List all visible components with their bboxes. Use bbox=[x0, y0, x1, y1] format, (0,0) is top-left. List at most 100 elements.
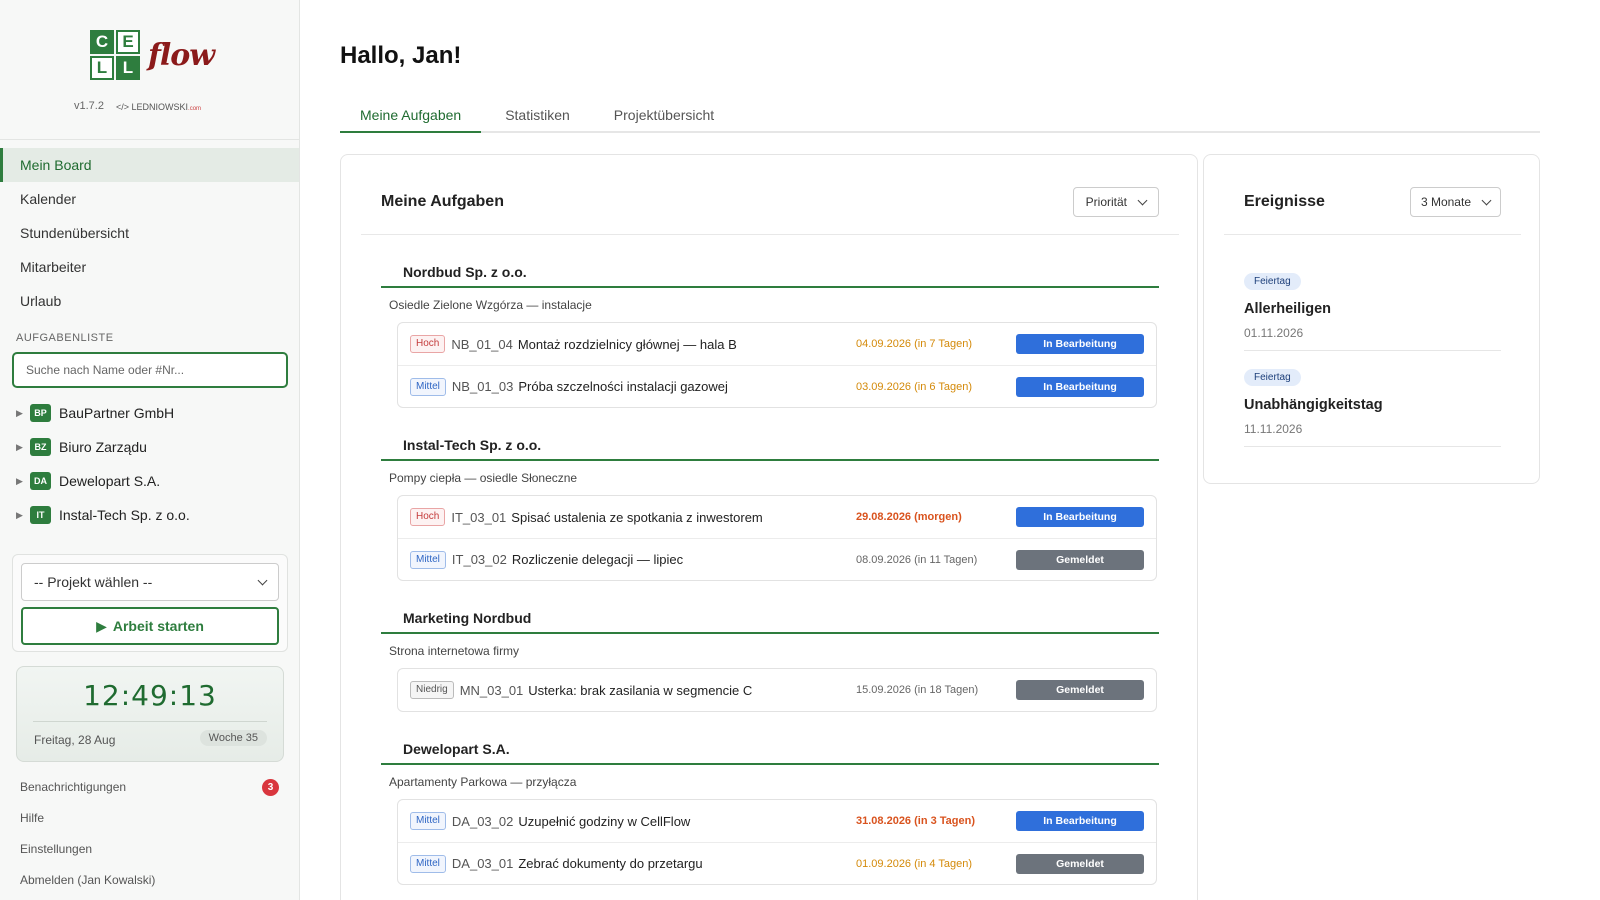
task-row[interactable]: Mittel NB_01_03 Próba szczelności instal… bbox=[398, 365, 1156, 407]
task-search-input[interactable] bbox=[12, 352, 288, 388]
task-code: NB_01_03 bbox=[451, 379, 514, 394]
events-range-value: 3 Monate bbox=[1420, 195, 1471, 209]
event-item[interactable]: Feiertag Unabhängigkeitstag 11.11.2026 bbox=[1244, 355, 1501, 447]
company-item-instal-tech[interactable]: ▶ IT Instal-Tech Sp. z o.o. bbox=[0, 498, 299, 532]
project-select[interactable]: -- Projekt wählen -- bbox=[21, 563, 279, 601]
help-link[interactable]: Hilfe bbox=[0, 803, 300, 834]
company-item-biuro-zarzadu[interactable]: ▶ BZ Biuro Zarządu bbox=[0, 430, 299, 464]
main-nav: Mein Board Kalender Stundenübersicht Mit… bbox=[0, 140, 299, 318]
notifications-link[interactable]: Benachrichtigungen 3 bbox=[0, 772, 300, 803]
status-badge[interactable]: In Bearbeitung bbox=[1016, 376, 1144, 397]
sort-dropdown[interactable]: Priorität bbox=[1072, 187, 1159, 217]
chevron-down-icon bbox=[257, 575, 268, 585]
event-date: 11.11.2026 bbox=[1244, 422, 1303, 436]
task-row[interactable]: Niedrig MN_03_01 Usterka: brak zasilania… bbox=[398, 669, 1156, 711]
task-row[interactable]: Hoch NB_01_04 Montaż rozdzielnicy główne… bbox=[398, 323, 1156, 365]
events-card-header: Ereignisse 3 Monate bbox=[1224, 155, 1521, 235]
group-company-title: Dewelopart S.A. bbox=[381, 723, 1159, 765]
group-project-name: Pompy ciepła — osiedle Słoneczne bbox=[389, 471, 578, 485]
caret-right-icon: ▶ bbox=[16, 407, 23, 418]
priority-badge: Mittel bbox=[410, 854, 446, 873]
company-list: ▶ BP BauPartner GmbH ▶ BZ Biuro Zarządu … bbox=[0, 396, 299, 532]
project-select-value: -- Projekt wählen -- bbox=[34, 574, 153, 590]
task-title: Rozliczenie delegacji — lipiec bbox=[511, 552, 684, 567]
priority-badge: Mittel bbox=[410, 377, 446, 396]
company-item-dewelopart[interactable]: ▶ DA Dewelopart S.A. bbox=[0, 464, 299, 498]
nav-item-mein-board[interactable]: Mein Board bbox=[0, 148, 299, 182]
start-work-label: Arbeit starten bbox=[112, 618, 204, 634]
clock-time: 12:49:13 bbox=[83, 679, 217, 712]
events-card-title: Ereignisse bbox=[1244, 193, 1325, 210]
task-code: MN_03_01 bbox=[459, 682, 524, 698]
task-due-date: 15.09.2026 (in 18 Tagen) bbox=[856, 684, 979, 696]
tasks-card-header: Meine Aufgaben Priorität bbox=[361, 155, 1179, 235]
nav-item-kalender[interactable]: Kalender bbox=[0, 182, 299, 216]
logout-link[interactable]: Abmelden (Jan Kowalski) bbox=[0, 865, 300, 896]
nav-item-stundenuebersicht[interactable]: Stundenübersicht bbox=[0, 216, 299, 250]
app-version: v1.7.2 bbox=[74, 100, 104, 112]
company-name: BauPartner GmbH bbox=[59, 405, 175, 421]
author-credit: </> LEDNIOWSKI.com bbox=[116, 102, 201, 112]
cellflow-logo[interactable]: C E L L bbox=[90, 30, 146, 86]
tab-statistiken[interactable]: Statistiken bbox=[485, 100, 590, 133]
status-badge[interactable]: Gemeldet bbox=[1016, 549, 1144, 570]
group-project-name: Osiedle Zielone Wzgórza — instalacje bbox=[389, 298, 592, 312]
task-due-date: 31.08.2026 (in 3 Tagen) bbox=[856, 815, 976, 827]
company-name: Biuro Zarządu bbox=[59, 439, 147, 455]
status-badge[interactable]: In Bearbeitung bbox=[1016, 334, 1144, 354]
task-row[interactable]: Mittel DA_03_01 Zebrać dokumenty do prze… bbox=[398, 842, 1156, 884]
event-item[interactable]: Feiertag Allerheiligen 01.11.2026 bbox=[1244, 259, 1501, 351]
tab-meine-aufgaben[interactable]: Meine Aufgaben bbox=[340, 100, 482, 133]
tab-projektuebersicht[interactable]: Projektübersicht bbox=[594, 100, 734, 133]
sort-dropdown-value: Priorität bbox=[1085, 195, 1127, 209]
priority-badge: Niedrig bbox=[410, 681, 454, 699]
priority-badge: Mittel bbox=[410, 812, 446, 830]
task-group-nordbud: Nordbud Sp. z o.o. Osiedle Zielone Wzgór… bbox=[381, 246, 1159, 408]
main-content: Hallo, Jan! Meine Aufgaben Statistiken P… bbox=[300, 0, 1600, 900]
task-title: Próba szczelności instalacji gazowej bbox=[518, 379, 728, 394]
project-panel: -- Projekt wählen -- ▶ Arbeit starten bbox=[12, 554, 288, 652]
company-name: Dewelopart S.A. bbox=[59, 473, 161, 489]
task-due-date: 04.09.2026 (in 7 Tagen) bbox=[856, 338, 972, 350]
nav-item-mitarbeiter[interactable]: Mitarbeiter bbox=[0, 250, 299, 284]
tasks-card-title: Meine Aufgaben bbox=[381, 193, 504, 210]
company-item-baupartner[interactable]: ▶ BP BauPartner GmbH bbox=[0, 396, 299, 430]
tasklist-label: AUFGABENLISTE bbox=[16, 332, 114, 344]
group-company-title: Instal-Tech Sp. z o.o. bbox=[381, 419, 1159, 461]
page-title: Hallo, Jan! bbox=[340, 42, 462, 69]
logo-letter-e: E bbox=[116, 30, 140, 54]
event-name: Unabhängigkeitstag bbox=[1244, 397, 1383, 413]
notifications-label: Benachrichtigungen bbox=[20, 780, 127, 794]
settings-link[interactable]: Einstellungen bbox=[0, 834, 300, 865]
nav-item-urlaub[interactable]: Urlaub bbox=[0, 284, 299, 318]
task-list: Hoch IT_03_01 Spisać ustalenia ze spotka… bbox=[397, 495, 1157, 581]
task-group-dewelopart: Dewelopart S.A. Apartamenty Parkowa — pr… bbox=[381, 723, 1159, 885]
task-code: IT_03_01 bbox=[451, 509, 507, 525]
group-project-name: Apartamenty Parkowa — przyłącza bbox=[389, 775, 577, 789]
events-card: Ereignisse 3 Monate Feiertag Allerheilig… bbox=[1203, 154, 1540, 484]
my-tasks-card: Meine Aufgaben Priorität Nordbud Sp. z o… bbox=[340, 154, 1198, 900]
status-badge[interactable]: In Bearbeitung bbox=[1016, 507, 1144, 527]
logo-flow-text: flow bbox=[148, 38, 215, 73]
clock-date: Freitag, 28 Aug bbox=[34, 733, 116, 747]
logo-letter-l1: L bbox=[90, 56, 114, 80]
task-title: Spisać ustalenia ze spotkania z inwestor… bbox=[511, 509, 763, 525]
company-badge: DA bbox=[30, 472, 51, 490]
status-badge[interactable]: Gemeldet bbox=[1016, 853, 1144, 874]
caret-right-icon: ▶ bbox=[16, 441, 23, 452]
status-badge[interactable]: Gemeldet bbox=[1016, 680, 1144, 700]
company-badge: IT bbox=[30, 506, 51, 524]
company-name: Instal-Tech Sp. z o.o. bbox=[59, 507, 190, 523]
task-row[interactable]: Hoch IT_03_01 Spisać ustalenia ze spotka… bbox=[398, 496, 1156, 538]
tab-bar: Meine Aufgaben Statistiken Projektübersi… bbox=[340, 100, 1540, 133]
task-title: Uzupełnić godziny w CellFlow bbox=[518, 813, 691, 829]
task-row[interactable]: Mittel IT_03_02 Rozliczenie delegacji — … bbox=[398, 538, 1156, 580]
status-badge[interactable]: In Bearbeitung bbox=[1016, 811, 1144, 831]
start-work-button[interactable]: ▶ Arbeit starten bbox=[21, 607, 279, 645]
caret-right-icon: ▶ bbox=[16, 509, 23, 520]
task-row[interactable]: Mittel DA_03_02 Uzupełnić godziny w Cell… bbox=[398, 800, 1156, 842]
priority-badge: Hoch bbox=[410, 508, 446, 526]
event-type-tag: Feiertag bbox=[1244, 369, 1301, 386]
event-type-tag: Feiertag bbox=[1244, 273, 1301, 290]
events-range-dropdown[interactable]: 3 Monate bbox=[1409, 187, 1501, 217]
